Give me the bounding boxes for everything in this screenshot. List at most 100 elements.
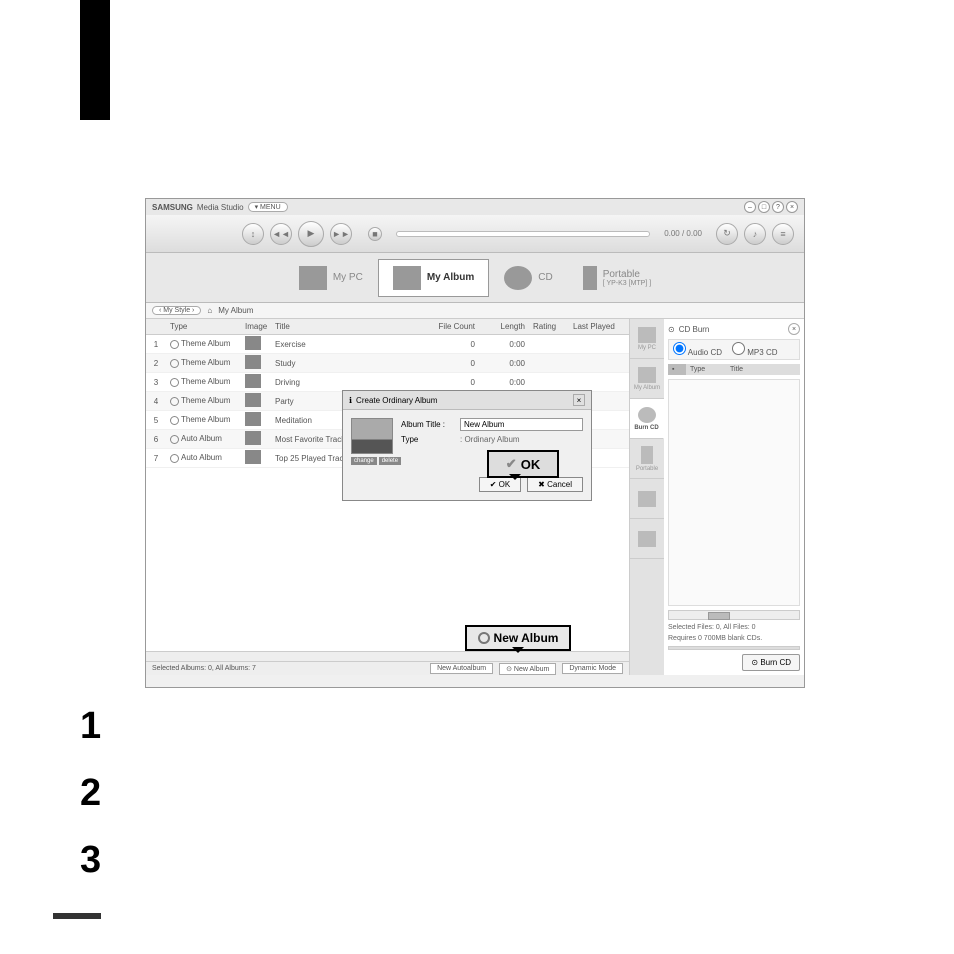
play-button[interactable]: ▶	[298, 221, 324, 247]
sidebar-vtabs: My PC My Album Burn CD Portable	[630, 319, 664, 675]
vtab-transfer-down[interactable]	[630, 479, 664, 519]
album-title-input[interactable]	[460, 418, 583, 431]
thumbnail-icon	[245, 355, 261, 369]
row-type: Theme Album	[166, 412, 241, 427]
vtab-myalbum[interactable]: My Album	[630, 359, 664, 399]
table-row[interactable]: 1Theme AlbumExercise00:00	[146, 335, 629, 354]
row-index: 5	[146, 413, 166, 428]
progress-bar[interactable]	[396, 231, 650, 237]
table-header: Type Image Title File Count Length Ratin…	[146, 319, 629, 335]
new-album-button[interactable]: ⊙ New Album	[499, 663, 556, 675]
album-icon	[393, 266, 421, 290]
new-autoalbum-button[interactable]: New Autoalbum	[430, 663, 493, 674]
album-type-icon	[170, 416, 179, 425]
stop-button[interactable]: ■	[368, 227, 382, 241]
row-length: 0:00	[479, 356, 529, 371]
col-rating[interactable]: Rating	[529, 319, 569, 334]
document-footer-bar	[53, 913, 101, 919]
album-type-icon	[170, 340, 179, 349]
burn-cd-button[interactable]: ⊙ Burn CD	[742, 654, 800, 671]
brand-label: SAMSUNG	[152, 203, 193, 212]
cd-col-type[interactable]: Type	[686, 364, 726, 375]
repeat-button[interactable]: ↻	[716, 223, 738, 245]
nav-cd[interactable]: CD	[489, 259, 567, 297]
dialog-cancel-button[interactable]: ✖ Cancel	[527, 477, 583, 492]
nav-myalbum[interactable]: My Album	[378, 259, 489, 297]
horizontal-scrollbar[interactable]	[146, 651, 629, 661]
right-sidebar: My PC My Album Burn CD Portable ⊙ CD Bur…	[629, 319, 804, 675]
album-type-icon	[170, 454, 179, 463]
title-bar: SAMSUNG Media Studio ▾ MENU – □ ? ×	[146, 199, 804, 215]
dialog-titlebar: ℹ Create Ordinary Album ×	[343, 391, 591, 410]
delete-art-button[interactable]: delete	[379, 457, 401, 465]
row-filecount: 0	[429, 356, 479, 371]
volume-button[interactable]: ♪	[744, 223, 766, 245]
change-art-button[interactable]: change	[351, 457, 377, 465]
row-lastplayed	[569, 360, 629, 366]
callout-ok: OK	[487, 450, 559, 478]
requires-status: Requires 0 700MB blank CDs.	[668, 635, 800, 642]
pc-icon	[638, 327, 656, 343]
cd-col-title[interactable]: Title	[726, 364, 747, 375]
col-handle: ▪	[668, 364, 686, 375]
home-icon[interactable]: ⌂	[207, 306, 212, 315]
cd-icon	[504, 266, 532, 290]
help-button[interactable]: ?	[772, 201, 784, 213]
close-button[interactable]: ×	[786, 201, 798, 213]
table-row[interactable]: 2Theme AlbumStudy00:00	[146, 354, 629, 373]
next-button[interactable]: ►►	[330, 223, 352, 245]
row-length: 0:00	[479, 375, 529, 390]
minimize-button[interactable]: –	[744, 201, 756, 213]
info-icon: ℹ	[349, 396, 352, 405]
vtab-mypc[interactable]: My PC	[630, 319, 664, 359]
cd-burn-list[interactable]	[668, 379, 800, 606]
col-filecount[interactable]: File Count	[429, 319, 479, 334]
panel-close-button[interactable]: ×	[788, 323, 800, 335]
dynamic-mode-button[interactable]: Dynamic Mode	[562, 663, 623, 674]
vtab-burncd[interactable]: Burn CD	[630, 399, 664, 439]
row-index: 4	[146, 394, 166, 409]
shuffle-button[interactable]: ↕	[242, 223, 264, 245]
vtab-transfer-up[interactable]	[630, 519, 664, 559]
album-type-icon	[170, 435, 179, 444]
cd-scrollbar[interactable]	[668, 610, 800, 620]
col-length[interactable]: Length	[479, 319, 529, 334]
row-type: Theme Album	[166, 374, 241, 389]
arrow-up-icon	[638, 531, 656, 547]
dialog-close-button[interactable]: ×	[573, 394, 585, 406]
row-type: Theme Album	[166, 355, 241, 370]
menu-button[interactable]: ▾ MENU	[248, 202, 288, 212]
col-type[interactable]: Type	[166, 319, 241, 334]
thumbnail-icon	[245, 336, 261, 350]
album-type-label: Type	[401, 435, 456, 444]
eq-button[interactable]: ≡	[772, 223, 794, 245]
thumbnail-icon	[245, 431, 261, 445]
maximize-button[interactable]: □	[758, 201, 770, 213]
row-type: Auto Album	[166, 431, 241, 446]
app-title: Media Studio	[197, 203, 244, 212]
cd-icon	[638, 407, 656, 423]
my-style-button[interactable]: ‹ My Style ›	[152, 306, 201, 315]
vtab-portable[interactable]: Portable	[630, 439, 664, 479]
row-image	[241, 447, 271, 469]
col-title[interactable]: Title	[271, 319, 429, 334]
row-index: 7	[146, 451, 166, 466]
radio-audiocd[interactable]: Audio CD	[673, 342, 722, 357]
nav-mypc[interactable]: My PC	[284, 259, 378, 297]
time-display: 0.00 / 0.00	[664, 229, 702, 238]
radio-mp3cd[interactable]: MP3 CD	[732, 342, 777, 357]
create-album-dialog: ℹ Create Ordinary Album × change delete …	[342, 390, 592, 501]
nav-portable[interactable]: Portable[ YP-K3 [MTP] ]	[568, 259, 667, 297]
album-art-preview	[351, 418, 393, 454]
disc-icon: ⊙	[668, 325, 675, 334]
prev-button[interactable]: ◄◄	[270, 223, 292, 245]
row-index: 6	[146, 432, 166, 447]
player-bar: ↕ ◄◄ ▶ ►► ■ 0.00 / 0.00 ↻ ♪ ≡	[146, 215, 804, 253]
step-numbers: 1 2 3	[80, 705, 101, 906]
col-image[interactable]: Image	[241, 319, 271, 334]
col-lastplayed[interactable]: Last Played	[569, 319, 629, 334]
row-type: Theme Album	[166, 336, 241, 351]
cd-burn-panel: ⊙ CD Burn × Audio CD MP3 CD ▪ Type Title…	[664, 319, 804, 675]
window-controls: – □ ? ×	[744, 201, 798, 213]
footer-status: Selected Albums: 0, All Albums: 7	[152, 665, 256, 672]
